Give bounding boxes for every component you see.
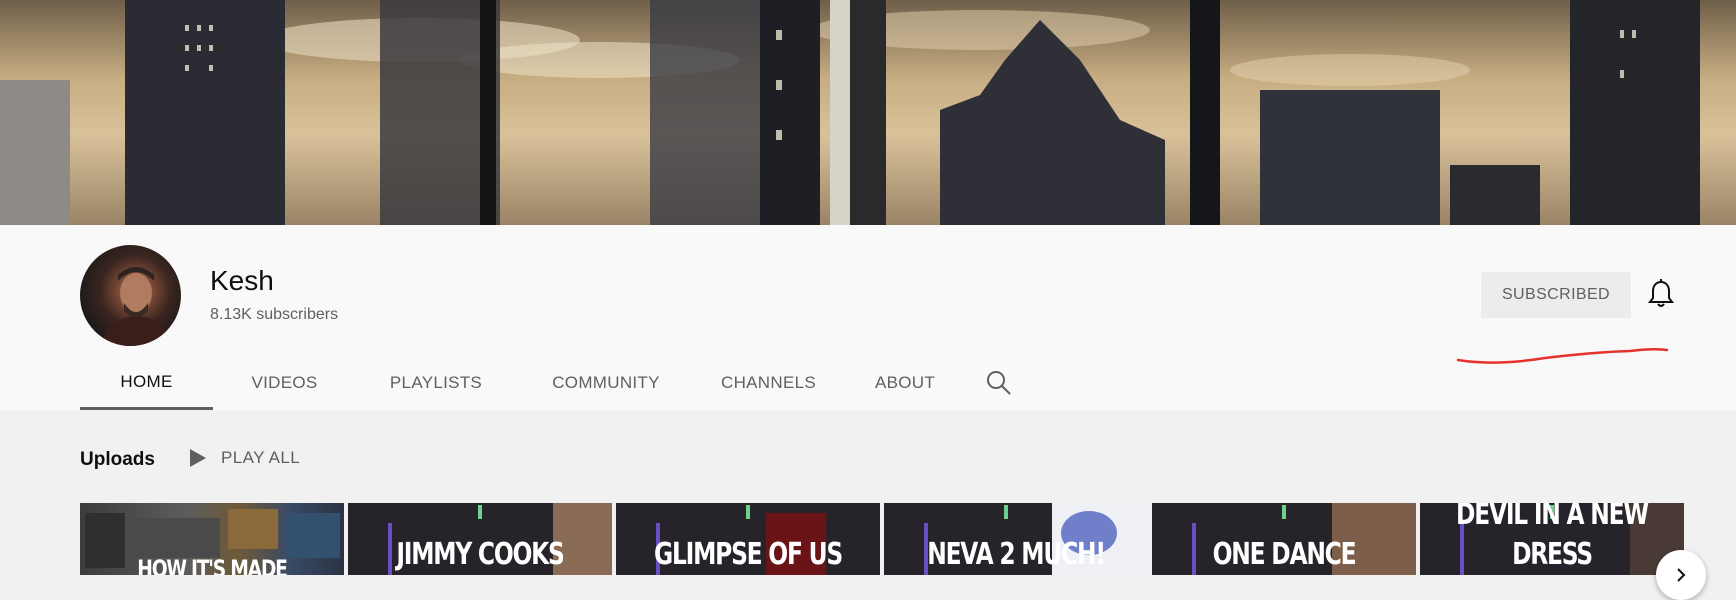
video-thumbnail[interactable]: GLIMPSE OF US	[616, 503, 880, 575]
chevron-right-icon	[1677, 568, 1686, 582]
tab-playlists[interactable]: PLAYLISTS	[356, 356, 516, 410]
tab-videos[interactable]: VIDEOS	[213, 356, 356, 410]
channel-avatar[interactable]	[80, 245, 181, 346]
video-thumbnail[interactable]: JIMMY COOKS	[348, 503, 612, 575]
channel-tabs: HOME VIDEOS PLAYLISTS COMMUNITY CHANNELS…	[80, 356, 1029, 410]
play-all-button[interactable]: PLAY ALL	[187, 447, 300, 469]
search-icon[interactable]	[969, 356, 1029, 410]
channel-header: Kesh 8.13K subscribers SUBSCRIBED HOME V…	[0, 225, 1736, 410]
video-title: DEVIL IN A NEW DRESS	[1456, 503, 1649, 572]
red-annotation-stroke	[1456, 347, 1669, 364]
video-thumbnail[interactable]: NEVA 2 MUCH!	[884, 503, 1148, 575]
tab-about[interactable]: ABOUT	[841, 356, 969, 410]
bell-icon[interactable]	[1647, 279, 1675, 309]
tab-community[interactable]: COMMUNITY	[516, 356, 696, 410]
video-thumbnail[interactable]: DEVIL IN A NEW DRESS	[1420, 503, 1684, 575]
video-title: HOW IT'S MADE	[137, 555, 288, 575]
video-thumbnail[interactable]: ONE DANCE	[1152, 503, 1416, 575]
tab-home[interactable]: HOME	[80, 356, 213, 410]
video-title: ONE DANCE	[1212, 537, 1357, 572]
subscriber-count: 8.13K subscribers	[210, 306, 339, 323]
play-icon	[190, 449, 206, 467]
play-all-label: PLAY ALL	[221, 448, 301, 467]
video-thumbnail[interactable]: HOW IT'S MADE	[80, 503, 344, 575]
tab-channels[interactable]: CHANNELS	[696, 356, 841, 410]
channel-name: Kesh	[210, 265, 274, 296]
uploads-shelf: HOW IT'S MADE JIMMY COOKS GLIMPSE OF US …	[80, 503, 1684, 575]
video-title: JIMMY COOKS	[396, 537, 565, 572]
shelf-next-button[interactable]	[1656, 550, 1706, 600]
uploads-heading: Uploads	[80, 449, 155, 470]
video-title: NEVA 2 MUCH!	[927, 537, 1106, 572]
video-title: GLIMPSE OF US	[654, 537, 843, 572]
subscribed-button[interactable]: SUBSCRIBED	[1481, 272, 1631, 318]
channel-banner	[0, 0, 1736, 225]
